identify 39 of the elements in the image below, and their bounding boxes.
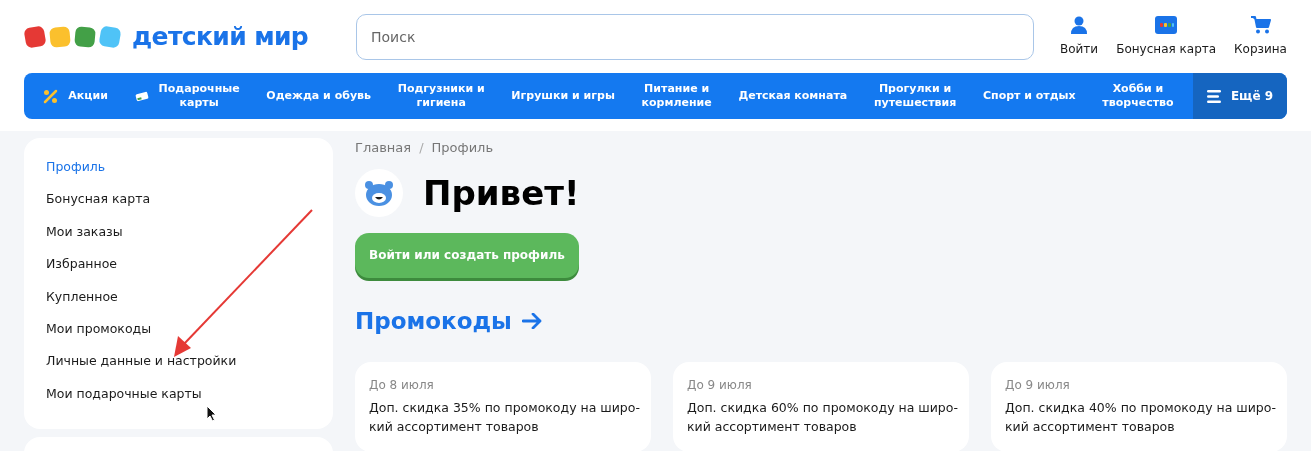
category-link[interactable]: Прогулки и путешествия <box>873 82 957 110</box>
header-action[interactable]: Войти <box>1060 15 1099 58</box>
sidebar-item[interactable]: Избранное <box>46 255 311 288</box>
category-link[interactable]: Хобби и творчество <box>1102 82 1174 110</box>
sidebar-item[interactable]: Купленное <box>46 287 311 320</box>
sidebar-item[interactable]: Мои промокоды <box>46 319 311 353</box>
category-link[interactable]: Подарочные карты <box>134 82 240 110</box>
promo-description: кий ассортимент товаров <box>687 418 858 436</box>
promo-date: До 8 июля <box>369 377 435 394</box>
more-categories-button[interactable]: Ещё 9 <box>1193 73 1287 119</box>
category-link[interactable]: Детская комната <box>738 89 848 103</box>
logo-text[interactable]: детский мир <box>132 17 309 56</box>
greeting-heading: Привет! <box>423 171 580 215</box>
sidebar-item[interactable]: Мои подарочные карты <box>46 384 311 418</box>
header-action[interactable]: Корзина <box>1234 15 1287 58</box>
promo-card[interactable]: До 8 июля Доп. скидка 35% по промокоду на широ- кий ассортимент товаров <box>355 362 651 451</box>
category-link[interactable]: Подгузники и гигиена <box>397 82 485 110</box>
category-link[interactable]: Акции <box>43 88 108 104</box>
promo-date: До 9 июля <box>1005 377 1071 394</box>
category-link[interactable]: Игрушки и игры <box>511 89 615 103</box>
search-field[interactable]: Поиск <box>356 13 1034 60</box>
login-button[interactable]: Войти или создать профиль <box>355 232 579 278</box>
sidebar-item[interactable]: Профиль <box>46 158 311 191</box>
promo-card[interactable]: До 9 июля Доп. скидка 60% по промокоду на широ- кий ассортимент товаров <box>673 362 969 451</box>
breadcrumb-link[interactable]: Главная <box>355 138 412 158</box>
breadcrumb-current: Профиль <box>431 139 494 157</box>
header-action[interactable]: Бонусная карта <box>1116 15 1217 58</box>
promo-card[interactable]: До 9 июля Доп. скидка 40% по промокоду на широ- кий ассортимент товаров <box>991 362 1287 451</box>
category-link[interactable]: Питание и кормление <box>641 82 712 110</box>
category-link[interactable]: Спорт и отдых <box>982 89 1076 103</box>
promo-description: кий ассортимент товаров <box>369 418 540 436</box>
category-link[interactable]: Одежда и обувь <box>266 89 371 103</box>
promo-description: кий ассортимент товаров <box>1005 418 1176 436</box>
sidebar-item[interactable]: Личные данные и настройки <box>46 352 311 385</box>
promo-section-link[interactable]: Промокоды <box>355 303 542 338</box>
sidebar-item[interactable]: Мои заказы <box>46 222 311 256</box>
promo-date: До 9 июля <box>687 377 753 394</box>
breadcrumb-separator: / <box>419 139 424 157</box>
sidebar-item[interactable]: Бонусная карта <box>46 190 311 223</box>
